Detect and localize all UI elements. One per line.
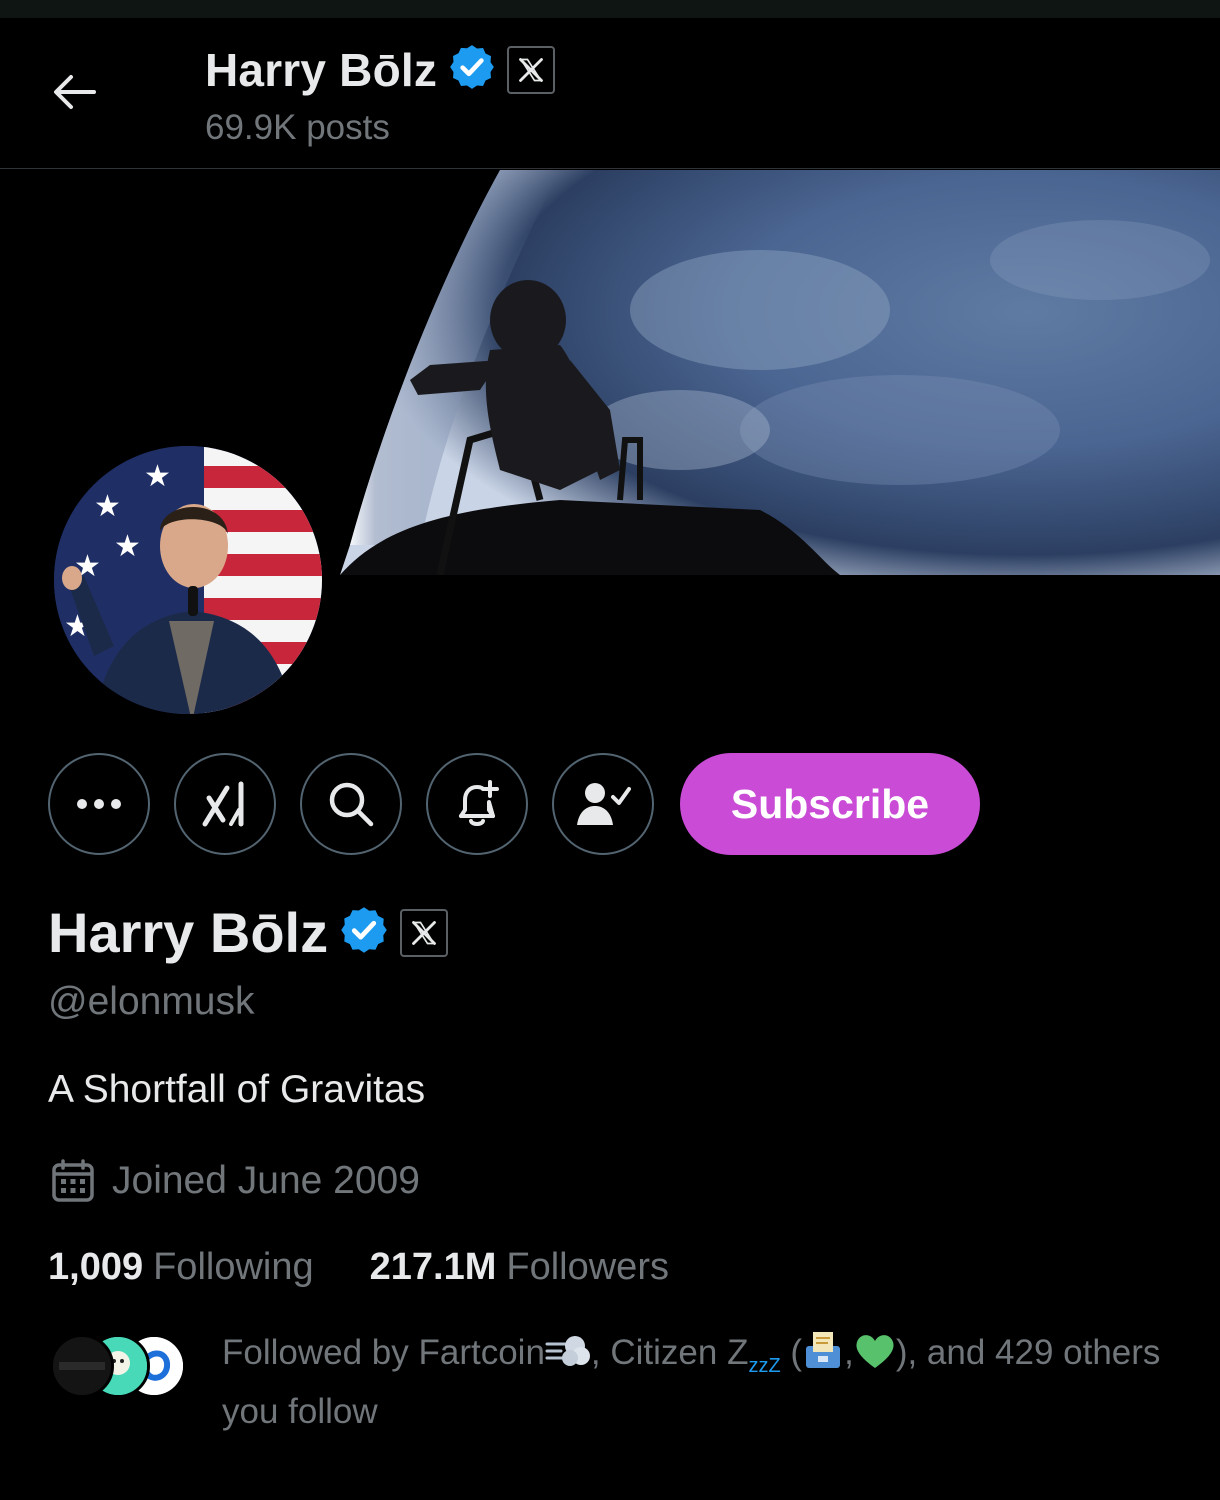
- followed-by-text: Followed by Fartcoin, Citizen ZzzZ (,), …: [222, 1330, 1162, 1435]
- profile-handle: @elonmusk: [48, 980, 255, 1023]
- profile-name-row: Harry Bōlz: [48, 900, 449, 965]
- joined-date: Joined June 2009: [50, 1158, 420, 1204]
- bell-plus-icon: [459, 780, 499, 826]
- verified-badge-icon[interactable]: [338, 904, 390, 961]
- post-count: 69.9K posts: [205, 108, 390, 147]
- svg-text:★: ★: [144, 459, 171, 494]
- comma: ,: [844, 1333, 854, 1372]
- following-button[interactable]: [552, 753, 654, 855]
- following-link[interactable]: 1,009 Following: [48, 1246, 314, 1289]
- profile-header: Harry Bōlz 69.9K posts: [0, 18, 1220, 169]
- svg-text:★: ★: [114, 529, 141, 564]
- followed-by-mid: , Citizen Z: [590, 1333, 749, 1372]
- person-check-icon: [577, 783, 631, 825]
- back-button[interactable]: [44, 66, 104, 118]
- notifications-button[interactable]: [426, 753, 528, 855]
- calendar-icon: [52, 1159, 94, 1202]
- zzz-icon: zzZ: [748, 1355, 781, 1377]
- svg-text:★: ★: [94, 489, 121, 524]
- more-icon: [77, 799, 121, 809]
- ballot-box-icon: [802, 1330, 844, 1382]
- followers-count: 217.1M: [369, 1246, 497, 1288]
- profile-avatar[interactable]: ★ ★ ★ ★ ★: [50, 442, 326, 718]
- open-paren: (: [780, 1333, 803, 1372]
- following-label: Following: [153, 1246, 314, 1288]
- followers-label: Followers: [506, 1246, 669, 1288]
- verified-badge-icon: [447, 42, 497, 97]
- profile-bio: A Shortfall of Gravitas: [48, 1068, 426, 1111]
- green-heart-icon: [854, 1332, 896, 1382]
- profile-actions: Subscribe: [48, 753, 980, 855]
- grok-icon: [202, 781, 244, 827]
- x-logo-badge-icon: [507, 45, 556, 94]
- followed-by-avatars: [50, 1334, 190, 1398]
- search-icon: [329, 782, 374, 827]
- status-bar: [0, 0, 1220, 18]
- avatar: [50, 1334, 114, 1398]
- follow-stats: 1,009 Following 217.1M Followers: [48, 1246, 669, 1289]
- more-button[interactable]: [48, 753, 150, 855]
- search-profile-button[interactable]: [300, 753, 402, 855]
- followers-link[interactable]: 217.1M Followers: [370, 1246, 669, 1289]
- profile-name: Harry Bōlz: [48, 901, 329, 964]
- dash-icon: [545, 1332, 591, 1382]
- arrow-left-icon: [54, 75, 96, 109]
- joined-text: Joined June 2009: [112, 1159, 420, 1202]
- followed-by-prefix: Followed by Fartcoin: [222, 1333, 545, 1372]
- grok-button[interactable]: [174, 753, 276, 855]
- following-count: 1,009: [48, 1246, 144, 1288]
- subscribe-button[interactable]: Subscribe: [680, 753, 980, 855]
- x-logo-badge-icon[interactable]: [400, 908, 449, 957]
- header-name-row: Harry Bōlz: [205, 42, 556, 97]
- header-name: Harry Bōlz: [205, 43, 438, 96]
